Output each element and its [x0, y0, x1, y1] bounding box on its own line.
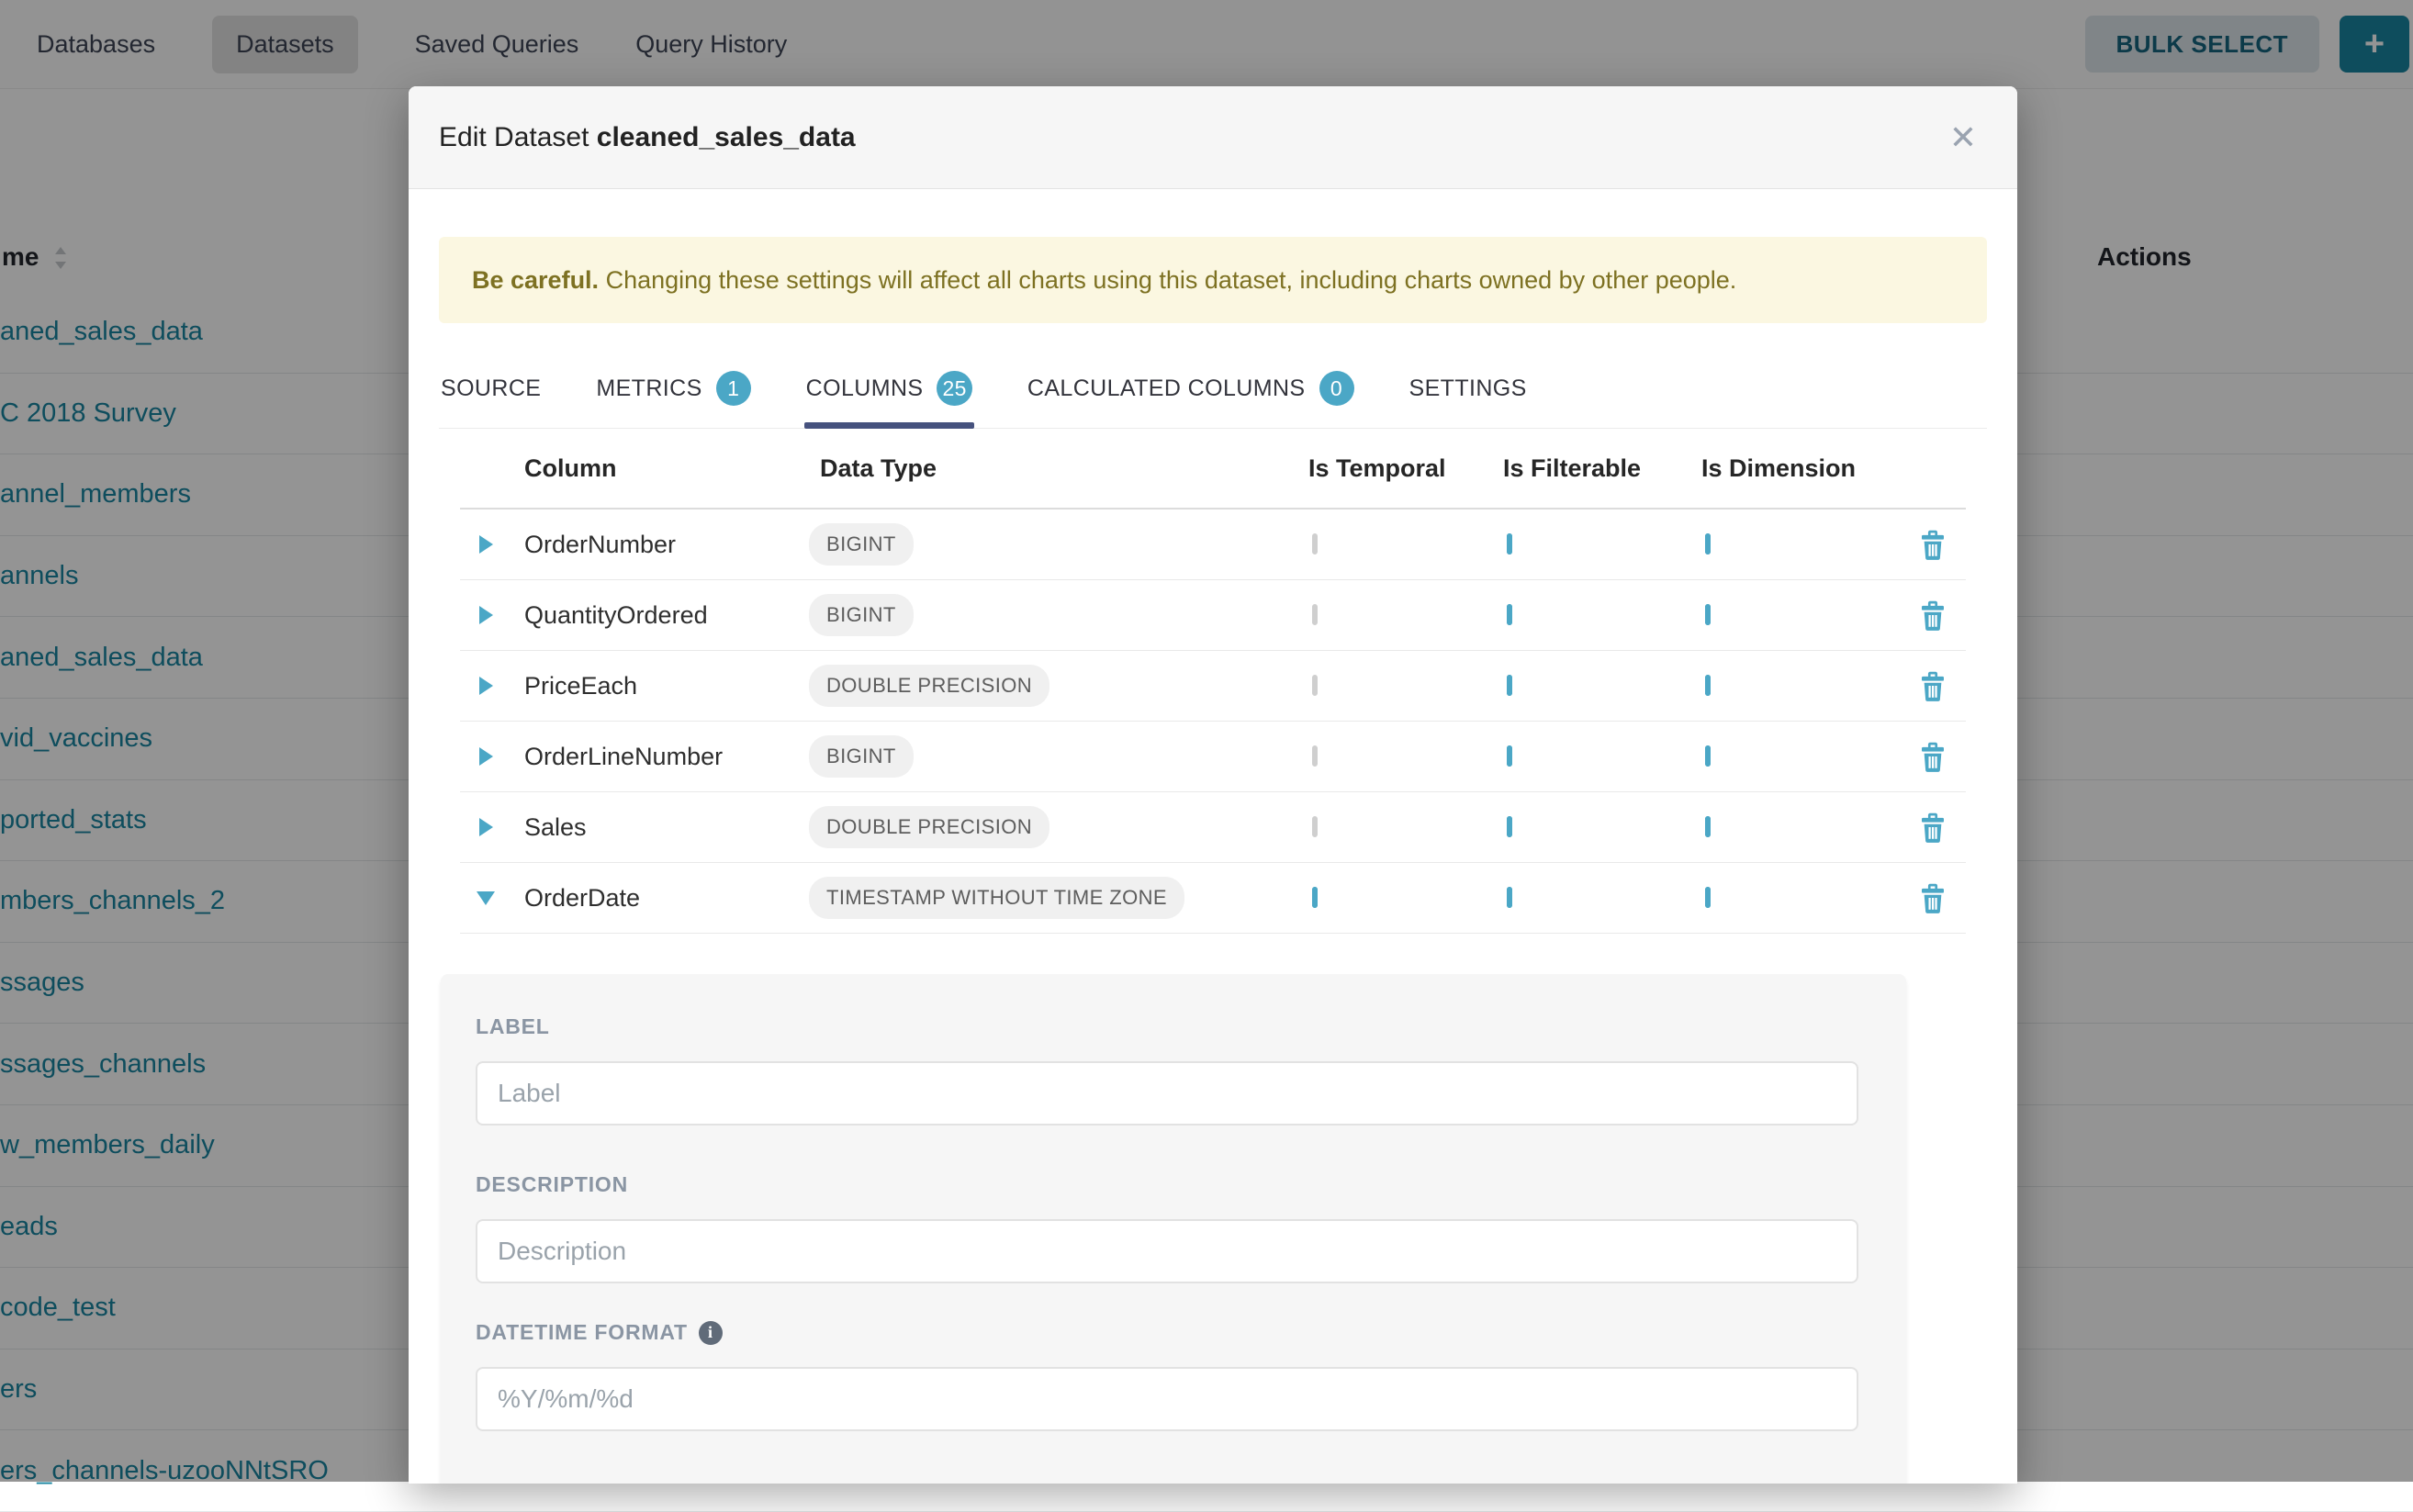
is-filterable-checkbox[interactable]: [1507, 745, 1512, 767]
description-field-heading: DESCRIPTION: [476, 1172, 1871, 1197]
column-header: Column: [511, 454, 809, 483]
is-temporal-header: Is Temporal: [1308, 454, 1503, 483]
column-row: PriceEach DOUBLE PRECISION: [460, 651, 1966, 722]
warning-text: Changing these settings will affect all …: [599, 266, 1736, 294]
data-type-header: Data Type: [809, 454, 1308, 483]
expand-caret-icon[interactable]: [477, 891, 495, 905]
edit-dataset-modal: Edit Dataset cleaned_sales_data ✕ Be car…: [409, 86, 2017, 1484]
column-editor-panel: LABEL DESCRIPTION DATETIME FORMAT i: [441, 974, 1906, 1484]
modal-body: Be careful. Changing these settings will…: [409, 237, 2017, 1484]
column-row: OrderLineNumber BIGINT: [460, 722, 1966, 792]
tab-settings[interactable]: SETTINGS: [1408, 360, 1529, 428]
data-type-badge: BIGINT: [809, 523, 914, 566]
columns-table-rows: OrderNumber BIGINT QuantityOrdered BIGIN…: [460, 510, 1966, 934]
modal-title-prefix: Edit Dataset: [439, 122, 589, 152]
datetime-format-input[interactable]: [476, 1367, 1858, 1431]
is-filterable-checkbox[interactable]: [1507, 816, 1512, 837]
is-dimension-checkbox[interactable]: [1705, 816, 1711, 837]
delete-column-button[interactable]: [1900, 740, 1966, 773]
column-name: PriceEach: [511, 672, 809, 700]
is-dimension-checkbox[interactable]: [1705, 604, 1711, 625]
column-row: OrderDate TIMESTAMP WITHOUT TIME ZONE: [460, 863, 1966, 934]
is-filterable-checkbox[interactable]: [1507, 887, 1512, 908]
trash-icon: [1918, 669, 1947, 702]
is-temporal-checkbox[interactable]: [1312, 887, 1318, 908]
tab-label: CALCULATED COLUMNS: [1027, 375, 1306, 402]
tab-source[interactable]: SOURCE: [439, 360, 543, 428]
tab-label: COLUMNS: [806, 375, 924, 402]
columns-table: Column Data Type Is Temporal Is Filterab…: [460, 429, 1966, 934]
data-type-badge: DOUBLE PRECISION: [809, 665, 1049, 707]
tab-calculated-columns[interactable]: CALCULATED COLUMNS 0: [1026, 360, 1356, 428]
column-name: OrderDate: [511, 884, 809, 913]
delete-column-button[interactable]: [1900, 881, 1966, 914]
data-type-badge: TIMESTAMP WITHOUT TIME ZONE: [809, 877, 1184, 919]
trash-icon: [1918, 740, 1947, 773]
label-input[interactable]: [476, 1061, 1858, 1126]
is-temporal-checkbox[interactable]: [1312, 533, 1318, 554]
data-type-badge: DOUBLE PRECISION: [809, 806, 1049, 848]
modal-title: Edit Dataset cleaned_sales_data: [439, 122, 856, 153]
trash-icon: [1918, 811, 1947, 844]
column-name: OrderLineNumber: [511, 743, 809, 771]
description-input[interactable]: [476, 1219, 1858, 1283]
is-dimension-checkbox[interactable]: [1705, 675, 1711, 696]
modal-header: Edit Dataset cleaned_sales_data ✕: [409, 86, 2017, 189]
delete-column-button[interactable]: [1900, 669, 1966, 702]
datetime-heading-text: DATETIME FORMAT: [476, 1320, 688, 1345]
description-heading-text: DESCRIPTION: [476, 1172, 628, 1197]
is-dimension-checkbox[interactable]: [1705, 745, 1711, 767]
data-type-badge: BIGINT: [809, 735, 914, 778]
trash-icon: [1918, 881, 1947, 914]
is-dimension-header: Is Dimension: [1701, 454, 1900, 483]
warning-bold-text: Be careful.: [472, 266, 599, 294]
trash-icon: [1918, 528, 1947, 561]
is-temporal-checkbox[interactable]: [1312, 675, 1318, 696]
tab-columns[interactable]: COLUMNS 25: [804, 360, 974, 428]
tab-count-badge: 1: [716, 371, 751, 406]
expand-caret-icon[interactable]: [479, 747, 493, 766]
modal-tabs: SOURCE METRICS 1 COLUMNS 25 CALCULATED C…: [439, 360, 1987, 429]
tab-count-badge: 25: [937, 371, 971, 406]
datetime-format-field-heading: DATETIME FORMAT i: [476, 1320, 1871, 1345]
tab-label: SETTINGS: [1409, 375, 1527, 402]
tab-metrics[interactable]: METRICS 1: [594, 360, 752, 428]
is-temporal-checkbox[interactable]: [1312, 745, 1318, 767]
is-temporal-checkbox[interactable]: [1312, 604, 1318, 625]
label-heading-text: LABEL: [476, 1014, 550, 1039]
data-type-badge: BIGINT: [809, 594, 914, 636]
column-row: OrderNumber BIGINT: [460, 510, 1966, 580]
columns-table-header: Column Data Type Is Temporal Is Filterab…: [460, 429, 1966, 510]
tab-label: SOURCE: [441, 375, 541, 402]
expand-caret-icon[interactable]: [479, 606, 493, 624]
info-icon[interactable]: i: [699, 1321, 723, 1345]
is-dimension-checkbox[interactable]: [1705, 887, 1711, 908]
label-field-heading: LABEL: [476, 1014, 1871, 1039]
is-filterable-checkbox[interactable]: [1507, 675, 1512, 696]
is-filterable-header: Is Filterable: [1503, 454, 1701, 483]
column-name: OrderNumber: [511, 531, 809, 559]
expand-caret-icon[interactable]: [479, 535, 493, 554]
column-name: Sales: [511, 813, 809, 842]
trash-icon: [1918, 599, 1947, 632]
column-name: QuantityOrdered: [511, 601, 809, 630]
column-row: Sales DOUBLE PRECISION: [460, 792, 1966, 863]
is-filterable-checkbox[interactable]: [1507, 533, 1512, 554]
delete-column-button[interactable]: [1900, 528, 1966, 561]
close-icon[interactable]: ✕: [1949, 121, 1977, 154]
delete-column-button[interactable]: [1900, 599, 1966, 632]
warning-banner: Be careful. Changing these settings will…: [439, 237, 1987, 323]
modal-title-dataset-name: cleaned_sales_data: [597, 122, 856, 152]
delete-column-button[interactable]: [1900, 811, 1966, 844]
is-filterable-checkbox[interactable]: [1507, 604, 1512, 625]
is-dimension-checkbox[interactable]: [1705, 533, 1711, 554]
expand-caret-icon[interactable]: [479, 677, 493, 695]
expand-caret-icon[interactable]: [479, 818, 493, 836]
tab-count-badge: 0: [1319, 371, 1354, 406]
column-row: QuantityOrdered BIGINT: [460, 580, 1966, 651]
is-temporal-checkbox[interactable]: [1312, 816, 1318, 837]
tab-label: METRICS: [596, 375, 701, 402]
